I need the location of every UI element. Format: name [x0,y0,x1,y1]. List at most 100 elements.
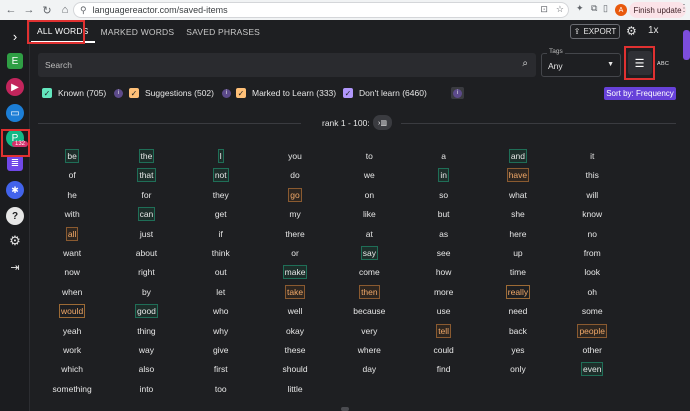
word-item[interactable]: how [435,266,453,278]
word-item[interactable]: you [287,150,303,162]
word-item[interactable]: what [508,189,528,201]
e-avatar[interactable]: E [7,53,23,69]
word-item[interactable]: for [140,189,152,201]
word-item[interactable]: to [365,150,374,162]
word-item[interactable]: come [358,266,381,278]
saved-items-icon[interactable]: ≣ [7,155,23,171]
word-item[interactable]: very [360,325,378,337]
word-item[interactable]: and [508,149,528,163]
word-item[interactable]: now [63,266,81,278]
word-item[interactable]: because [352,305,386,317]
word-item[interactable]: little [286,383,303,395]
word-item[interactable]: from [583,247,602,259]
profile-avatar[interactable]: A [615,4,627,16]
settings-icon[interactable]: ⚙ [6,232,24,250]
word-item[interactable]: they [212,189,230,201]
word-item[interactable]: give [212,344,230,356]
extensions-puzzle-icon[interactable]: ⧉ [591,3,597,14]
word-item[interactable]: really [505,284,531,299]
word-item[interactable]: be [65,149,79,163]
browser-menu-icon[interactable]: ⋮ [679,3,689,14]
filter-suggestions[interactable]: ✓ Suggestions (502) i [129,88,231,98]
word-item[interactable]: she [510,208,526,220]
word-item[interactable]: into [139,383,155,395]
filter-known[interactable]: ✓ Known (705) i [42,88,124,98]
speed-label[interactable]: 1x [648,25,659,36]
word-item[interactable]: time [509,266,527,278]
word-item[interactable]: if [218,228,224,240]
word-item[interactable]: only [509,363,527,375]
word-item[interactable]: need [507,305,528,317]
forward-icon[interactable]: → [22,3,36,17]
word-item[interactable]: day [361,363,377,375]
word-item[interactable]: the [138,149,155,163]
walker-icon[interactable]: ✱ [6,181,24,199]
back-icon[interactable]: ← [4,3,18,17]
word-item[interactable]: with [64,208,81,220]
search-input[interactable]: Search ⌕ [38,53,536,77]
word-item[interactable]: no [586,228,597,240]
sort-button[interactable]: Sort by: Frequency [604,87,676,100]
word-item[interactable]: right [137,266,156,278]
word-item[interactable]: my [288,208,301,220]
rank-jump-button[interactable]: ›▥ [373,115,392,130]
logout-icon[interactable]: ⇥ [6,258,24,276]
expand-chevron-icon[interactable]: › [6,27,24,45]
word-item[interactable]: use [436,305,452,317]
export-button[interactable]: ⇪ EXPORT [570,24,620,39]
word-item[interactable]: well [287,305,304,317]
word-item[interactable]: make [282,265,308,280]
checkbox-dont-learn[interactable]: ✓ [343,88,353,98]
word-item[interactable]: when [61,286,83,298]
word-item[interactable]: on [364,189,375,201]
word-item[interactable]: look [583,266,601,278]
checkbox-suggestions[interactable]: ✓ [129,88,139,98]
word-item[interactable]: yes [510,344,525,356]
sidepanel-icon[interactable]: ▯ [603,3,608,14]
finish-update-button[interactable]: Finish update [629,2,686,18]
tags-select[interactable]: Tags Any ▼ [541,48,621,77]
word-item[interactable]: we [363,169,376,181]
play-icon[interactable]: ▶ [6,78,24,96]
word-item[interactable]: want [62,247,82,259]
word-item[interactable]: tell [436,323,452,338]
word-item[interactable]: of [68,169,77,181]
word-item[interactable]: will [585,189,599,201]
word-item[interactable]: work [62,344,82,356]
reload-icon[interactable]: ↻ [40,3,54,17]
word-item[interactable]: like [362,208,377,220]
word-item[interactable]: just [139,228,154,240]
word-item[interactable]: then [359,284,380,299]
word-item[interactable]: could [432,344,454,356]
info-icon[interactable]: i [222,88,231,98]
word-item[interactable]: other [582,344,603,356]
home-icon[interactable]: ⌂ [58,3,72,17]
word-item[interactable]: that [137,168,156,183]
word-item[interactable]: good [134,304,158,319]
word-item[interactable]: take [285,284,306,299]
word-item[interactable]: as [438,228,449,240]
chat-icon[interactable]: ▭ [6,104,24,122]
word-item[interactable]: would [59,304,86,319]
tab-saved-phrases[interactable]: SAVED PHRASES [180,20,266,43]
checkbox-known[interactable]: ✓ [42,88,52,98]
word-item[interactable]: have [506,168,530,183]
word-item[interactable]: do [289,169,300,181]
word-item[interactable]: some [581,305,604,317]
word-item[interactable]: out [214,266,228,278]
word-item[interactable]: should [282,363,309,375]
word-item[interactable]: it [589,150,595,162]
tab-marked-words[interactable]: MARKED WORDS [95,20,181,43]
settings-gear-icon[interactable]: ⚙ [626,24,637,38]
extension-icon[interactable]: ✦ [576,3,584,14]
word-item[interactable]: can [137,207,156,222]
word-item[interactable]: which [60,363,84,375]
word-item[interactable]: more [433,286,454,298]
search-icon[interactable]: ⌕ [522,58,528,69]
word-item[interactable]: first [213,363,229,375]
word-item[interactable]: so [438,189,449,201]
word-item[interactable]: where [357,344,382,356]
abc-view-button[interactable]: ABC [657,61,669,67]
word-item[interactable]: or [290,247,300,259]
word-item[interactable]: about [135,247,158,259]
